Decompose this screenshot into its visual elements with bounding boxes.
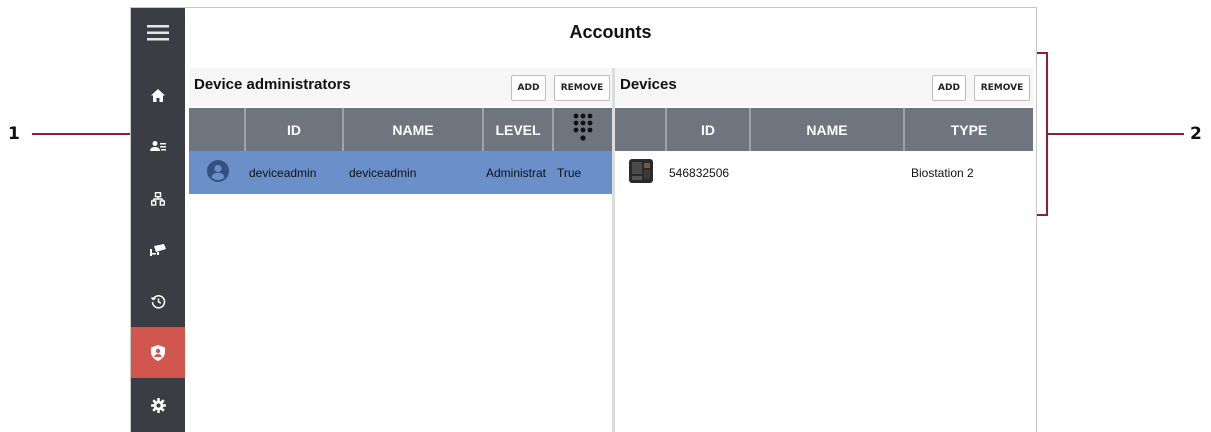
- user-avatar-icon: [206, 160, 229, 185]
- sidebar-item-accounts[interactable]: [131, 327, 185, 378]
- sidebar-item-history[interactable]: [131, 276, 185, 327]
- devices-panel: Devices ADD REMOVE ID NAME TYPE 54683250…: [615, 68, 1033, 432]
- admins-add-button[interactable]: ADD: [511, 75, 546, 101]
- devices-col-id[interactable]: ID: [667, 108, 751, 151]
- sidebar-item-network[interactable]: [131, 173, 185, 224]
- devices-panel-title: Devices: [620, 76, 677, 93]
- admins-col-name[interactable]: NAME: [344, 108, 484, 151]
- admins-col-options[interactable]: [554, 108, 612, 151]
- admin-level-cell: Administrat: [486, 165, 547, 180]
- devices-col-icon: [615, 108, 667, 151]
- gear-icon: [150, 398, 166, 413]
- sidebar-item-home[interactable]: [131, 70, 185, 121]
- device-name-cell: [751, 151, 905, 194]
- menu-icon: [147, 24, 169, 42]
- app-window: Accounts Device administrators ADD REMOV…: [130, 7, 1037, 432]
- page-title: Accounts: [569, 22, 652, 42]
- device-administrators-panel: Device administrators ADD REMOVE ID NAME…: [189, 68, 612, 432]
- cctv-camera-icon: [150, 243, 166, 256]
- admins-col-id[interactable]: ID: [246, 108, 344, 151]
- history-icon: [150, 294, 166, 309]
- sidebar-item-settings[interactable]: [131, 380, 185, 431]
- admin-name-cell: deviceadmin: [349, 165, 417, 180]
- devices-remove-button[interactable]: REMOVE: [974, 75, 1030, 101]
- admins-table-header: ID NAME LEVEL: [189, 108, 612, 151]
- admin-id-cell: deviceadmin: [249, 165, 317, 180]
- devices-table-header: ID NAME TYPE: [615, 108, 1033, 151]
- devices-col-name[interactable]: NAME: [751, 108, 905, 151]
- sidebar: [131, 8, 185, 432]
- devices-table-row[interactable]: 546832506 Biostation 2: [615, 151, 1033, 194]
- callout-1: 1: [8, 124, 20, 144]
- admins-table-row[interactable]: deviceadmin deviceadmin Administrat True: [189, 151, 612, 194]
- shield-user-icon: [151, 344, 165, 361]
- admin-extra-cell: True: [557, 165, 582, 180]
- admins-remove-button[interactable]: REMOVE: [554, 75, 610, 101]
- sidebar-item-users[interactable]: [131, 121, 185, 172]
- sidebar-item-menu[interactable]: [131, 8, 185, 58]
- admins-col-icon: [189, 108, 246, 151]
- device-thumbnail: [615, 151, 667, 194]
- devices-panel-header: Devices ADD REMOVE: [615, 68, 1033, 106]
- devices-add-button[interactable]: ADD: [932, 75, 966, 101]
- callout-2: 2: [1190, 124, 1202, 144]
- network-icon: [151, 191, 165, 206]
- admins-panel-title: Device administrators: [194, 76, 351, 93]
- admins-col-level[interactable]: LEVEL: [484, 108, 554, 151]
- devices-col-type[interactable]: TYPE: [905, 108, 1033, 151]
- biostation-device-icon: [629, 159, 653, 186]
- users-icon: [150, 140, 166, 154]
- admins-panel-header: Device administrators ADD REMOVE: [189, 68, 612, 106]
- device-id-cell: 546832506: [669, 165, 730, 180]
- sidebar-item-cameras[interactable]: [131, 224, 185, 275]
- device-type-cell: Biostation 2: [911, 165, 974, 180]
- home-icon: [151, 89, 165, 102]
- keypad-icon: [572, 113, 594, 146]
- main-content: Accounts Device administrators ADD REMOV…: [185, 8, 1036, 432]
- admin-avatar: [189, 151, 246, 194]
- callout-2-leader: [1048, 133, 1184, 135]
